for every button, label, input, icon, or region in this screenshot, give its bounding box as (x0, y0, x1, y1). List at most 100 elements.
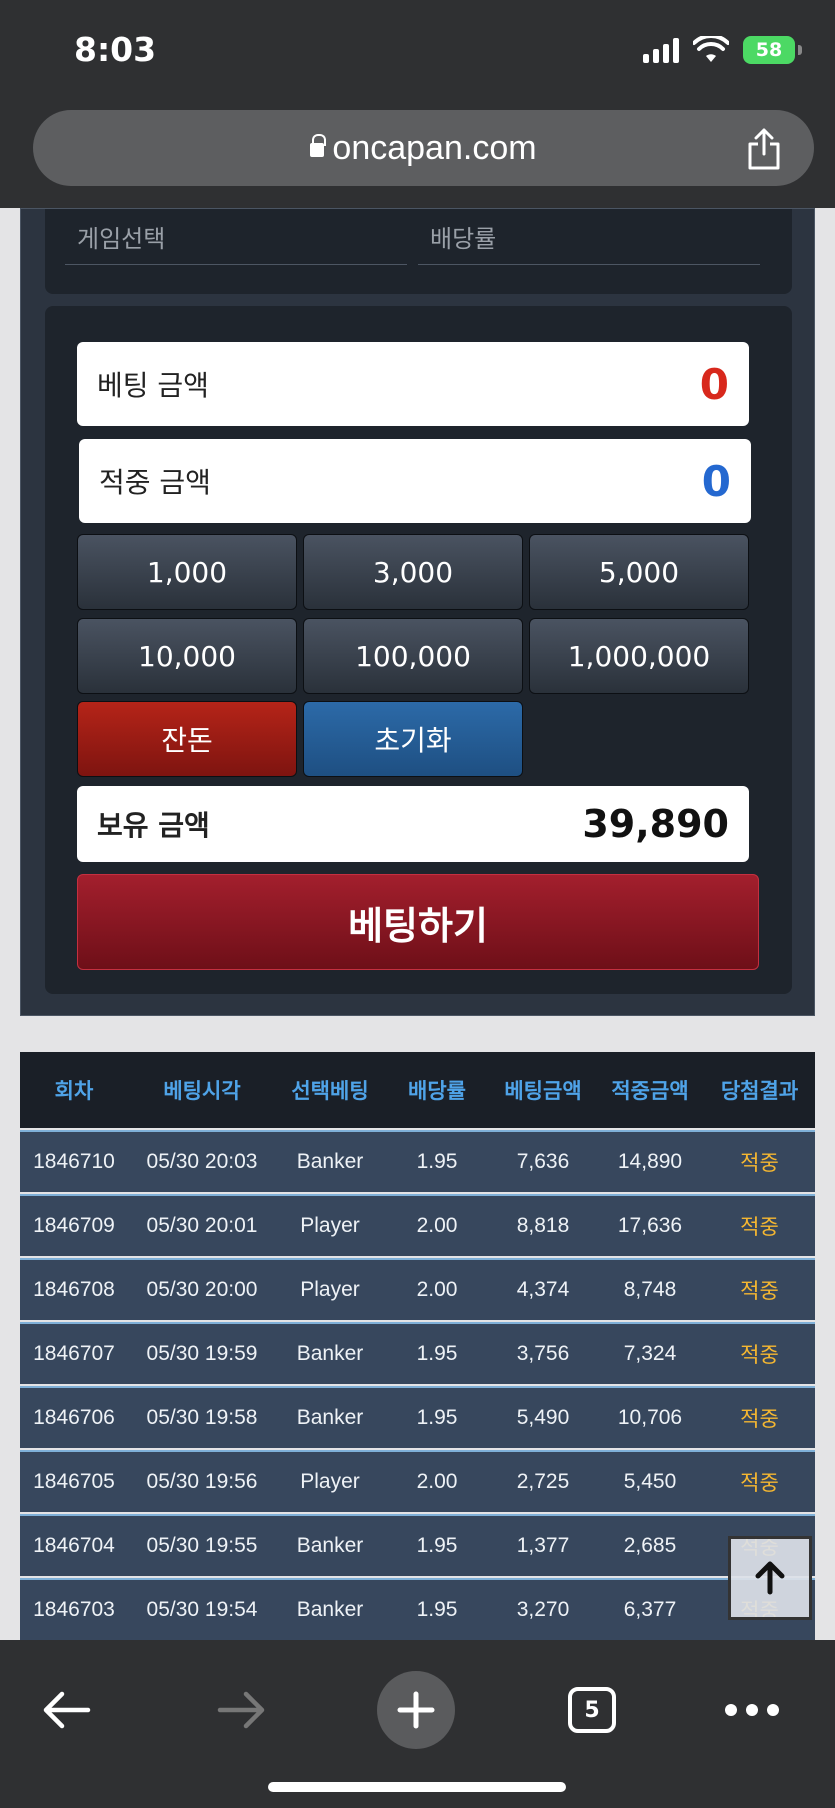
cell-selection: Player (300, 1278, 360, 1301)
chip-button-10000[interactable]: 10,000 (77, 618, 297, 694)
browser-bottom-bar: 5 (0, 1640, 835, 1808)
forward-button[interactable] (204, 1672, 280, 1748)
cell-round: 1846703 (33, 1598, 115, 1621)
chip-button-5000[interactable]: 5,000 (529, 534, 749, 610)
bet-form: 베팅 금액 0 적중 금액 0 1,000 3,000 5,000 10,000… (45, 306, 792, 994)
cell-result: 적중 (740, 1279, 779, 1303)
game-select-box: 게임선택 배당률 (45, 209, 792, 294)
chip-button-1000[interactable]: 1,000 (77, 534, 297, 610)
bet-amount-value: 0 (699, 359, 729, 409)
odds-label: 배당률 (430, 225, 497, 253)
place-bet-button[interactable]: 베팅하기 (77, 874, 759, 970)
cell-selection: Player (300, 1470, 360, 1493)
url-text: oncapan.com (332, 128, 537, 167)
betting-panel: 게임선택 배당률 베팅 금액 0 적중 금액 0 1,000 3,000 5,0… (20, 208, 815, 1016)
cell-round: 1846707 (33, 1342, 115, 1365)
table-row: 184670305/30 19:54Banker1.953,2706,377적중 (20, 1578, 815, 1640)
cell-win-amount: 10,706 (617, 1406, 683, 1429)
lock-icon (310, 134, 327, 157)
cell-result: 적중 (740, 1151, 779, 1175)
battery-icon: 58 (743, 36, 802, 64)
cell-bet-time: 05/30 19:55 (146, 1534, 258, 1557)
cell-win-amount: 14,890 (617, 1150, 683, 1173)
cell-bet-time: 05/30 19:54 (146, 1598, 258, 1621)
more-dots-icon (725, 1704, 779, 1716)
home-indicator (268, 1782, 566, 1792)
cell-bet-amount: 3,756 (516, 1342, 570, 1365)
cell-selection: Banker (296, 1406, 364, 1429)
cell-bet-time: 05/30 19:59 (146, 1342, 258, 1365)
cell-bet-time: 05/30 20:00 (146, 1278, 258, 1301)
header-win-amount: 적중금액 (611, 1079, 689, 1103)
chip-button-100000[interactable]: 100,000 (303, 618, 523, 694)
cell-result: 적중 (740, 1343, 779, 1367)
cell-round: 1846705 (33, 1470, 115, 1493)
scroll-to-top-button[interactable] (728, 1536, 812, 1620)
bet-history-table: 회차 베팅시각 선택베팅 배당률 베팅금액 적중금액 당첨결과 1846710 0… (20, 1052, 815, 1640)
back-button[interactable] (28, 1672, 104, 1748)
cell-odds: 1.95 (416, 1598, 458, 1621)
win-amount-box: 적중 금액 0 (79, 439, 751, 523)
browser-top-bar: 8:03 58 oncapan.com (0, 0, 835, 208)
cell-win-amount: 2,685 (623, 1534, 677, 1557)
bet-amount-box: 베팅 금액 0 (77, 342, 749, 426)
plus-icon (397, 1691, 435, 1729)
cell-odds: 1.95 (416, 1534, 458, 1557)
cell-odds: 1.95 (416, 1342, 458, 1365)
table-row: 1846710 05/30 20:03 Banker 1.95 7,636 14,890 적… (20, 1130, 815, 1192)
cell-result: 적중 (740, 1471, 779, 1495)
cell-round: 1846706 (33, 1406, 115, 1429)
cell-win-amount: 7,324 (623, 1342, 677, 1365)
url-bar[interactable]: oncapan.com (33, 110, 814, 186)
arrow-right-icon (217, 1691, 265, 1729)
cell-bet-time: 05/30 19:56 (146, 1470, 258, 1493)
change-button[interactable]: 잔돈 (77, 701, 297, 777)
cell-bet-time: 05/30 20:03 (146, 1150, 258, 1173)
cell-bet-amount: 1,377 (516, 1534, 570, 1557)
balance-value: 39,890 (582, 802, 729, 846)
cell-bet-amount: 2,725 (516, 1470, 570, 1493)
more-menu-button[interactable] (714, 1672, 790, 1748)
cell-result: 적중 (740, 1215, 779, 1239)
table-row: 1846709 05/30 20:01 Player 2.00 8,818 17,636 적… (20, 1194, 815, 1256)
cell-round: 1846710 (33, 1150, 115, 1173)
tabs-button[interactable]: 5 (554, 1672, 630, 1748)
header-round: 회차 (54, 1079, 94, 1103)
cell-win-amount: 17,636 (617, 1214, 683, 1237)
cell-odds: 2.00 (416, 1470, 458, 1493)
wifi-icon (693, 36, 729, 62)
cell-result: 적중 (740, 1407, 779, 1431)
cell-win-amount: 6,377 (623, 1598, 677, 1621)
table-header: 회차 베팅시각 선택베팅 배당률 베팅금액 적중금액 당첨결과 (20, 1052, 815, 1128)
odds-field[interactable]: 배당률 (418, 209, 760, 265)
share-icon[interactable] (746, 128, 782, 170)
cell-bet-amount: 4,374 (516, 1278, 570, 1301)
arrow-left-icon (43, 1691, 91, 1729)
cell-win-amount: 5,450 (623, 1470, 677, 1493)
reset-button[interactable]: 초기화 (303, 701, 523, 777)
cell-selection: Banker (296, 1598, 364, 1621)
chip-button-1000000[interactable]: 1,000,000 (529, 618, 749, 694)
cell-bet-amount: 3,270 (516, 1598, 570, 1621)
header-odds: 배당률 (408, 1079, 466, 1103)
header-result: 당첨결과 (720, 1079, 799, 1103)
cell-odds: 2.00 (416, 1214, 458, 1237)
arrow-up-icon (755, 1561, 785, 1595)
cell-selection: Banker (296, 1534, 364, 1557)
plus-circle (377, 1671, 455, 1749)
table-row: 1846705 05/30 19:56 Player 2.00 2,725 5,450 적중 (20, 1450, 815, 1512)
chip-button-3000[interactable]: 3,000 (303, 534, 523, 610)
cellular-signal-icon (643, 37, 679, 63)
cell-bet-amount: 5,490 (516, 1406, 570, 1429)
status-time: 8:03 (74, 30, 157, 69)
cell-odds: 1.95 (416, 1406, 458, 1429)
cell-bet-time: 05/30 19:58 (146, 1406, 258, 1429)
header-bet-amount: 베팅금액 (504, 1079, 582, 1103)
game-select-label: 게임선택 (77, 225, 166, 253)
balance-box: 보유 금액 39,890 (77, 786, 749, 862)
new-tab-button[interactable] (377, 1671, 455, 1749)
bet-amount-label: 베팅 금액 (97, 369, 209, 402)
cell-bet-amount: 7,636 (516, 1150, 570, 1173)
cell-selection: Player (300, 1214, 360, 1237)
game-select-field[interactable]: 게임선택 (65, 209, 407, 265)
